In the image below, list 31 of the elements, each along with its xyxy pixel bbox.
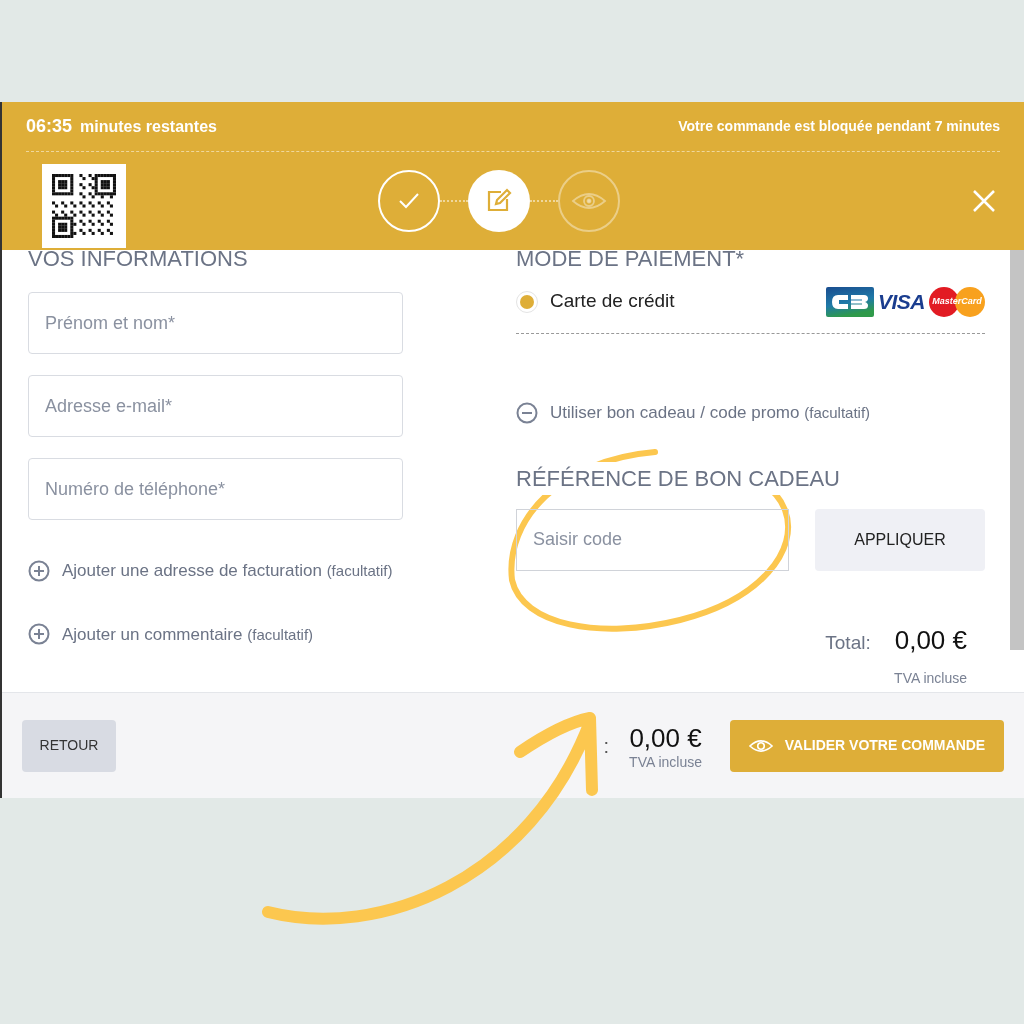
total-amount: 0,00 € [629, 722, 702, 755]
timer-label: minutes restantes [80, 117, 217, 137]
lock-notice: Votre commande est bloquée pendant 7 minutes [678, 117, 1000, 136]
text-field[interactable]: Adresse e-mail* [28, 375, 403, 437]
back-button[interactable]: RETOUR [22, 719, 116, 772]
optional-toggle[interactable]: Ajouter une adresse de facturation (facultatif) [28, 558, 516, 584]
apply-button[interactable]: APPLIQUER [815, 508, 985, 571]
minus-circle-icon [516, 401, 538, 424]
eye-icon [748, 737, 773, 754]
plus-circle-icon [28, 559, 50, 582]
optional-toggle[interactable]: Ajouter un commentaire (facultatif) [28, 621, 516, 647]
section-heading: RÉFÉRENCE DE BON CADEAU [516, 461, 840, 495]
vat-note: TVA incluse [894, 668, 967, 688]
text-field[interactable]: Prénom et nom* [28, 292, 403, 354]
total-amount: 0,00 € [894, 623, 967, 657]
close-icon[interactable] [972, 189, 996, 213]
section-heading: MODE DE PAIEMENT* [516, 248, 746, 270]
cb-card-logo [826, 286, 875, 317]
scrollbar[interactable] [1010, 250, 1024, 650]
total-label: Total: [825, 630, 871, 655]
voucher-code-field[interactable]: Saisir code [516, 508, 789, 571]
section-heading: VOS INFORMATIONS [28, 248, 249, 270]
text-field[interactable]: Numéro de téléphone* [28, 458, 403, 520]
payment-radio[interactable]: Carte de crédit [516, 287, 675, 316]
optional-toggle[interactable]: Utiliser bon cadeau / code promo (facultatif) [516, 400, 871, 426]
vat-note: TVA incluse [629, 754, 702, 769]
qr-code-icon [42, 164, 126, 248]
total-separator: : [603, 733, 610, 759]
visa-logo: VISA [878, 291, 925, 312]
countdown-timer: 06:35 [26, 115, 73, 138]
plus-circle-icon [28, 623, 50, 646]
